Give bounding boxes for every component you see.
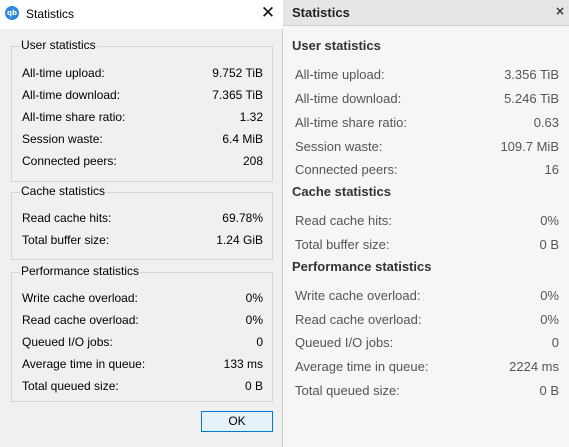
- stat-label: Queued I/O jobs:: [295, 335, 394, 350]
- stat-value: 5.246 TiB: [504, 91, 559, 106]
- stat-value: 0%: [540, 288, 559, 303]
- stat-value: 69.78%: [222, 211, 263, 225]
- stat-value: 6.4 MiB: [222, 132, 263, 146]
- stat-row-all-time-download: All-time download: 7.365 TiB: [22, 88, 263, 104]
- close-icon[interactable]: ✕: [253, 0, 283, 29]
- stat-label: Queued I/O jobs:: [22, 335, 113, 349]
- stat-row-connected-peers: Connected peers: 16: [295, 162, 559, 178]
- stat-row-total-queued-size: Total queued size: 0 B: [22, 379, 263, 395]
- stat-row-share-ratio: All-time share ratio: 0.63: [295, 115, 559, 131]
- stat-value: 7.365 TiB: [212, 88, 263, 102]
- group-title: User statistics: [20, 38, 97, 52]
- stat-value: 0%: [540, 213, 559, 228]
- stat-value: 0%: [245, 313, 263, 327]
- stat-value: 16: [544, 162, 559, 177]
- qt-statistics-dialog: Statistics × User statistics All-time up…: [283, 0, 569, 447]
- stat-value: 0%: [245, 291, 263, 305]
- stat-row-total-buffer-size: Total buffer size: 0 B: [295, 237, 559, 253]
- stat-row-read-cache-overload: Read cache overload: 0%: [22, 313, 263, 329]
- title-bar: Statistics ×: [283, 0, 569, 26]
- stat-label: Average time in queue:: [295, 359, 429, 374]
- stat-label: All-time download:: [295, 91, 402, 106]
- stat-row-all-time-download: All-time download: 5.246 TiB: [295, 91, 559, 107]
- stat-label: All-time share ratio:: [295, 115, 407, 130]
- stat-value: 0 B: [539, 237, 559, 252]
- stat-row-average-time-in-queue: Average time in queue: 2224 ms: [295, 359, 559, 375]
- stat-label: Total buffer size:: [295, 237, 390, 252]
- stat-row-write-cache-overload: Write cache overload: 0%: [295, 288, 559, 304]
- stat-row-queued-io-jobs: Queued I/O jobs: 0: [22, 335, 263, 351]
- stat-label: Write cache overload:: [22, 291, 138, 305]
- ok-button[interactable]: OK: [201, 411, 273, 432]
- stat-label: Read cache hits:: [22, 211, 112, 225]
- title-bar: qb Statistics ✕: [0, 0, 283, 29]
- stat-value: 9.752 TiB: [212, 66, 263, 80]
- stat-value: 1.24 GiB: [216, 233, 263, 247]
- stat-value: 1.32: [239, 110, 263, 124]
- stat-value: 133 ms: [223, 357, 263, 371]
- stat-label: Connected peers:: [22, 154, 117, 168]
- stat-row-connected-peers: Connected peers: 208: [22, 154, 263, 170]
- stat-label: Total buffer size:: [22, 233, 110, 247]
- stat-value: 0 B: [244, 379, 263, 393]
- stat-label: Average time in queue:: [22, 357, 146, 371]
- stat-label: All-time download:: [22, 88, 121, 102]
- stat-row-all-time-upload: All-time upload: 9.752 TiB: [22, 66, 263, 82]
- stat-label: Session waste:: [22, 132, 103, 146]
- cache-statistics-group: Cache statistics Read cache hits: 69.78% …: [11, 184, 273, 260]
- user-statistics-group: User statistics All-time upload: 9.752 Ti…: [11, 38, 273, 182]
- stat-row-session-waste: Session waste: 109.7 MiB: [295, 139, 559, 155]
- stat-row-queued-io-jobs: Queued I/O jobs: 0: [295, 335, 559, 351]
- stat-row-all-time-upload: All-time upload: 3.356 TiB: [295, 67, 559, 83]
- windows-statistics-dialog: qb Statistics ✕ User statistics All-time…: [0, 0, 283, 447]
- stat-label: Read cache overload:: [295, 312, 422, 327]
- stat-label: All-time upload:: [295, 67, 385, 82]
- performance-statistics-heading: Performance statistics: [292, 259, 432, 274]
- stat-row-read-cache-hits: Read cache hits: 69.78%: [22, 211, 263, 227]
- stat-value: 0: [256, 335, 263, 349]
- stat-value: 3.356 TiB: [504, 67, 559, 82]
- group-title: Performance statistics: [20, 264, 141, 278]
- stat-value: 0.63: [533, 115, 559, 130]
- stat-label: Read cache overload:: [22, 313, 139, 327]
- stat-label: All-time upload:: [22, 66, 105, 80]
- stat-label: Read cache hits:: [295, 213, 392, 228]
- stat-label: Total queued size:: [22, 379, 119, 393]
- window-title: Statistics: [292, 5, 350, 20]
- stat-value: 0%: [540, 312, 559, 327]
- stat-value: 2224 ms: [509, 359, 559, 374]
- stat-label: Total queued size:: [295, 383, 400, 398]
- stat-value: 208: [242, 154, 263, 168]
- stat-row-total-queued-size: Total queued size: 0 B: [295, 383, 559, 399]
- stat-label: Write cache overload:: [295, 288, 421, 303]
- qbittorrent-app-icon: qb: [5, 6, 19, 20]
- stat-label: Session waste:: [295, 139, 383, 154]
- window-title: Statistics: [26, 7, 75, 21]
- stat-value: 0: [551, 335, 559, 350]
- cache-statistics-heading: Cache statistics: [292, 184, 391, 199]
- stat-value: 109.7 MiB: [500, 139, 559, 154]
- stat-row-share-ratio: All-time share ratio: 1.32: [22, 110, 263, 126]
- user-statistics-heading: User statistics: [292, 38, 381, 53]
- stat-row-read-cache-hits: Read cache hits: 0%: [295, 213, 559, 229]
- stat-row-write-cache-overload: Write cache overload: 0%: [22, 291, 263, 307]
- stat-row-read-cache-overload: Read cache overload: 0%: [295, 312, 559, 328]
- stat-label: Connected peers:: [295, 162, 398, 177]
- performance-statistics-group: Performance statistics Write cache overl…: [11, 264, 273, 402]
- stat-row-average-time-in-queue: Average time in queue: 133 ms: [22, 357, 263, 373]
- close-icon[interactable]: ×: [555, 4, 565, 18]
- stat-value: 0 B: [539, 383, 559, 398]
- group-title: Cache statistics: [20, 184, 107, 198]
- stat-row-session-waste: Session waste: 6.4 MiB: [22, 132, 263, 148]
- stat-label: All-time share ratio:: [22, 110, 126, 124]
- stat-row-total-buffer-size: Total buffer size: 1.24 GiB: [22, 233, 263, 249]
